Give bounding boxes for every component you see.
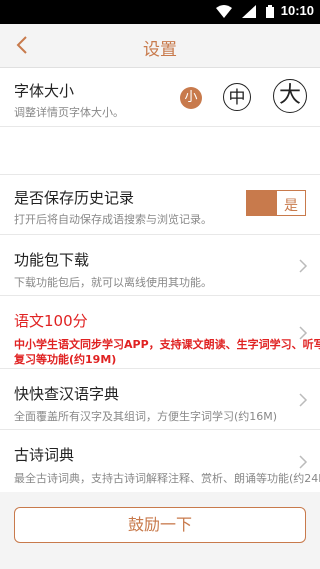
list-item-desc-line2: 复习等功能(约19M) bbox=[14, 353, 117, 366]
toggle-knob bbox=[247, 191, 277, 215]
list-item-label: 功能包下载 bbox=[14, 251, 90, 269]
wifi-icon bbox=[215, 5, 232, 18]
list-item-dictionary[interactable]: 快快查汉语字典 全面覆盖所有汉字及其组词，方便生字词学习(约16M) bbox=[0, 369, 320, 430]
list-item-download[interactable]: 功能包下载 下载功能包后，就可以离线使用其功能。 bbox=[0, 235, 320, 296]
list-item-label: 语文100分 bbox=[14, 312, 88, 330]
font-size-large-button[interactable]: 大 bbox=[273, 79, 307, 113]
status-bar: 10:10 bbox=[0, 0, 320, 24]
list-item-label: 快快查汉语字典 bbox=[14, 385, 120, 403]
status-time: 10:10 bbox=[280, 3, 314, 18]
list-item-poetry[interactable]: 古诗词典 最全古诗词典，支持古诗词解释注释、赏析、朗诵等功能(约24M) bbox=[0, 430, 320, 492]
chevron-right-icon bbox=[299, 455, 308, 469]
chevron-right-icon bbox=[299, 393, 308, 407]
list-item-desc: 最全古诗词典，支持古诗词解释注释、赏析、朗诵等功能(约24M) bbox=[14, 472, 320, 485]
chevron-right-icon bbox=[299, 326, 308, 340]
toggle-text: 是 bbox=[284, 198, 298, 214]
list-item-label: 古诗词典 bbox=[14, 446, 75, 464]
list-item-desc: 全面覆盖所有汉字及其组词，方便生字词学习(约16M) bbox=[14, 410, 278, 423]
app-bar: 设置 bbox=[0, 24, 320, 68]
signal-icon bbox=[241, 5, 256, 18]
page-title: 设置 bbox=[143, 40, 177, 60]
font-size-label: 字体大小 bbox=[14, 82, 75, 100]
list-item-desc: 下载功能包后，就可以离线使用其功能。 bbox=[14, 276, 212, 289]
history-desc: 打开后将自动保存成语搜索与浏览记录。 bbox=[14, 213, 212, 226]
history-toggle[interactable]: 是 bbox=[246, 190, 306, 216]
battery-icon bbox=[266, 5, 274, 18]
font-size-row: 字体大小 调整详情页字体大小。 bbox=[0, 68, 320, 127]
encourage-button[interactable]: 鼓励一下 bbox=[14, 507, 306, 543]
chevron-right-icon bbox=[299, 259, 308, 273]
list-item-yuwen[interactable]: 语文100分 中小学生语文同步学习APP，支持课文朗读、生字词学习、听写、 复习… bbox=[0, 296, 320, 369]
status-icons bbox=[211, 5, 274, 19]
history-label: 是否保存历史记录 bbox=[14, 189, 135, 207]
font-size-medium-button[interactable]: 中 bbox=[223, 83, 251, 111]
font-size-small-button[interactable]: 小 bbox=[180, 87, 202, 109]
spacer-section bbox=[0, 127, 320, 175]
font-size-desc: 调整详情页字体大小。 bbox=[14, 106, 124, 119]
list-item-desc-line1: 中小学生语文同步学习APP，支持课文朗读、生字词学习、听写、 bbox=[14, 338, 320, 351]
